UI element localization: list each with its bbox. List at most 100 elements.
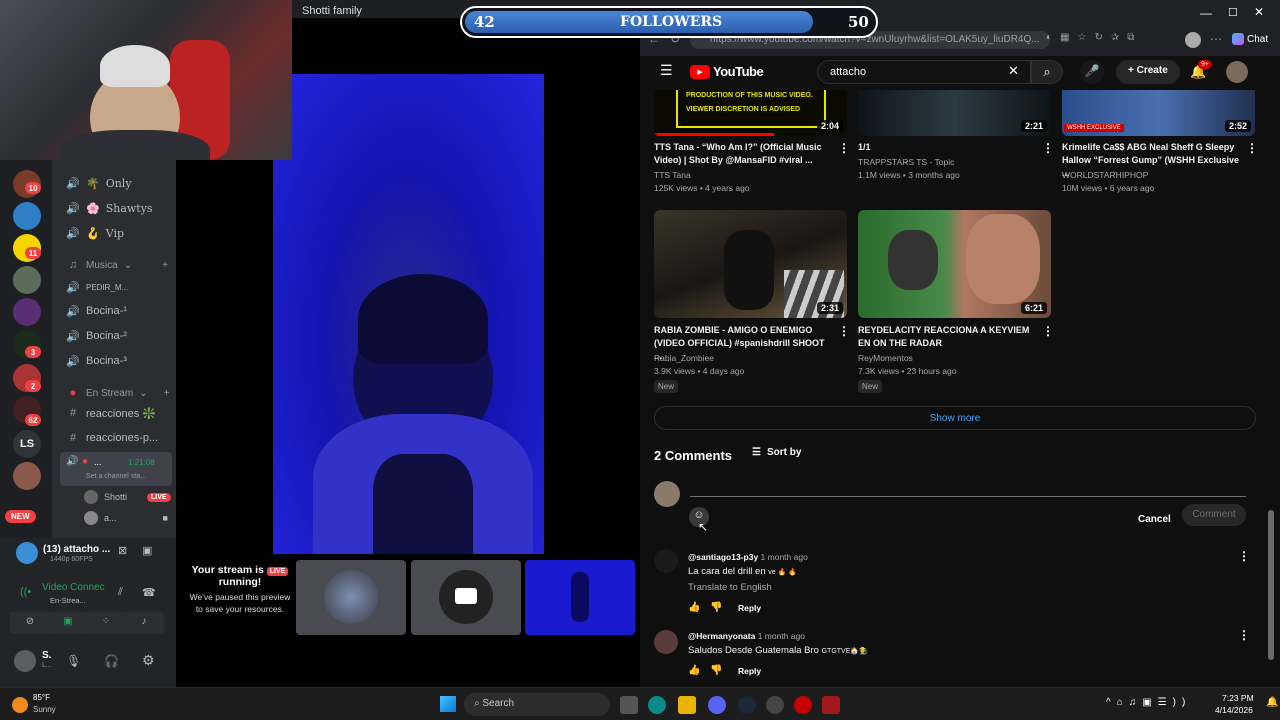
screen-share-button[interactable]: ▣ [48, 612, 88, 634]
microphone-icon[interactable]: 🎙 [66, 654, 81, 668]
add-channel-icon[interactable]: + [164, 388, 170, 399]
more-vert-icon[interactable]: ⋮ [1042, 324, 1054, 338]
taskbar-search[interactable]: ⌕ Search [464, 693, 610, 716]
channel-status[interactable]: Set a channel sta... [86, 473, 146, 480]
channel-name[interactable]: Rabia_Zombiee [654, 353, 714, 363]
camera-off-button[interactable]: ⊘ [10, 612, 50, 634]
system-tray-icons[interactable]: ^⌂♫▣☰)) [1106, 697, 1191, 708]
video-thumbnail[interactable]: 6:21 [858, 210, 1051, 318]
more-vert-icon[interactable]: ⋮ [838, 324, 850, 338]
youtube-logo[interactable]: ▶ YouTube [690, 64, 764, 79]
comment-submit-button[interactable]: Comment [1182, 504, 1246, 526]
participant-tile-stream[interactable] [525, 560, 635, 635]
more-vert-icon[interactable]: ⋮ [838, 141, 850, 155]
more-vert-icon[interactable]: ⋮ [1238, 628, 1250, 642]
search-input[interactable]: attacho [817, 60, 1031, 84]
sort-by-button[interactable]: ☰ Sort by [752, 447, 801, 458]
stop-stream-icon[interactable]: ⊠ [118, 544, 127, 557]
translate-link[interactable]: Translate to English [688, 582, 772, 593]
more-vert-icon[interactable]: ⋮ [1238, 549, 1250, 563]
channel-name[interactable]: WORLDSTARHIPHOP [1062, 170, 1148, 180]
new-badge[interactable]: NEW [5, 510, 36, 523]
video-title[interactable]: TTS Tana - “Who Am I?” (Official Music V… [654, 141, 832, 167]
disconnect-icon[interactable]: ☎ [142, 586, 156, 599]
video-thumbnail[interactable]: PRODUCTION OF THIS MUSIC VIDEO. VIEWER D… [654, 90, 847, 136]
soundboard-button[interactable]: ♪ [124, 612, 164, 634]
microphone-icon[interactable]: 🎤 [1080, 60, 1104, 84]
avatar[interactable] [14, 650, 36, 672]
text-channel-reacciones[interactable]: # reacciones ❇️ [66, 404, 156, 422]
reply-button[interactable]: Reply [738, 603, 761, 613]
server-icon[interactable] [13, 462, 41, 490]
voice-status[interactable]: Video Connec [42, 582, 105, 593]
close-icon[interactable]: ✕ [1254, 5, 1264, 19]
weather-temp[interactable]: 85°F [33, 693, 50, 702]
task-view-icon[interactable] [620, 696, 638, 714]
participant-tile-camera[interactable] [411, 560, 521, 635]
server-icon[interactable] [13, 266, 41, 294]
voice-channel-bocina-1[interactable]: 🔊 Bocina-¹ [66, 302, 127, 320]
stream-video[interactable] [273, 74, 544, 554]
create-button[interactable]: + Create [1116, 60, 1180, 84]
voice-channel-shawtys[interactable]: 🔊 🌸 Shawtys [66, 199, 152, 217]
text-channel-reacciones-p[interactable]: # reacciones-p... [66, 429, 158, 447]
weather-icon[interactable] [12, 697, 28, 713]
video-thumbnail[interactable]: 2:31 [654, 210, 847, 318]
activities-button[interactable]: ⁘ [86, 612, 126, 634]
video-title[interactable]: REYDELACITY REACCIONA A KEYVIEM EN ON TH… [858, 324, 1036, 350]
profile-avatar[interactable] [1185, 32, 1201, 48]
comment-author[interactable]: @santiago13-p3y [688, 552, 758, 562]
copilot-chat-button[interactable]: Chat [1232, 33, 1268, 45]
voice-member[interactable]: a... ■ [84, 511, 168, 525]
channel-name[interactable]: TTS Tana [654, 170, 691, 180]
like-icon[interactable]: 👍 [688, 665, 700, 676]
like-icon[interactable]: 👍 [688, 602, 700, 613]
clear-search-icon[interactable]: ✕ [1008, 63, 1019, 79]
cancel-button[interactable]: Cancel [1138, 509, 1171, 527]
voice-channel-bocina-3[interactable]: 🔊 Bocina-³ [66, 352, 127, 370]
comment-input[interactable] [690, 496, 1246, 497]
comment-author[interactable]: @Hermanyonata [688, 631, 755, 641]
opera-icon[interactable] [794, 696, 812, 714]
voice-channel-pedir[interactable]: 🔊 PEDIR_M... [66, 278, 128, 296]
file-explorer-icon[interactable] [678, 696, 696, 714]
dislike-icon[interactable]: 👎 [710, 665, 722, 676]
video-thumbnail[interactable]: 2:21 [858, 90, 1051, 136]
search-icon[interactable]: ⌕ [1031, 60, 1063, 84]
maximize-icon[interactable]: ☐ [1228, 6, 1238, 19]
more-icon[interactable]: ⋯ [1210, 32, 1222, 46]
category-musica[interactable]: ♫ Musica ⌄ + [66, 256, 168, 274]
discord-icon[interactable] [708, 696, 726, 714]
obs-icon[interactable] [766, 696, 784, 714]
minimize-icon[interactable]: — [1200, 6, 1212, 20]
notification-icon[interactable]: 🔔 [1266, 697, 1278, 708]
noise-suppression-icon[interactable]: ⫽ [118, 586, 123, 599]
edge-icon[interactable] [648, 696, 666, 714]
show-more-button[interactable]: Show more [654, 406, 1256, 430]
account-avatar[interactable] [1226, 61, 1248, 83]
channel-name[interactable]: ReyMomentos [858, 353, 913, 363]
voice-channel-vip[interactable]: 🔊 🪝 Vip [66, 224, 124, 242]
app-icon[interactable] [822, 696, 840, 714]
voice-member[interactable]: Shotti LIVE [84, 490, 171, 504]
server-icon[interactable] [13, 298, 41, 326]
active-voice-channel[interactable]: 🔊 ● ... 1:21:08 Set a channel sta... [60, 452, 172, 486]
server-icon[interactable] [13, 202, 41, 230]
reply-button[interactable]: Reply [738, 666, 761, 676]
clock-date[interactable]: 4/14/2026 [1215, 705, 1253, 715]
more-vert-icon[interactable]: ⋮ [1042, 141, 1054, 155]
headphones-icon[interactable]: 🎧 [104, 654, 119, 668]
server-icon[interactable]: LS [13, 430, 41, 458]
category-en-stream[interactable]: ● En Stream ⌄ + [66, 384, 170, 402]
channel-name[interactable]: TRAPPSTARS TS - Topic [858, 157, 954, 167]
video-thumbnail[interactable]: WSHH EXCLUSIVE 2:52 [1062, 90, 1255, 136]
participant-tile[interactable] [296, 560, 406, 635]
voice-channel-bocina-2[interactable]: 🔊 Bocina-² [66, 327, 127, 345]
stream-settings-icon[interactable]: ▣ [142, 544, 152, 557]
gear-icon[interactable]: ⚙ [142, 652, 155, 669]
voice-channel-only[interactable]: 🔊 🌴 Only [66, 174, 131, 192]
scrollbar[interactable] [1268, 510, 1274, 660]
more-vert-icon[interactable]: ⋮ [1246, 141, 1258, 155]
add-channel-icon[interactable]: + [162, 260, 168, 271]
browser-toolbar-icons[interactable]: ◐▦☆↻✰⧉ [1046, 32, 1142, 43]
